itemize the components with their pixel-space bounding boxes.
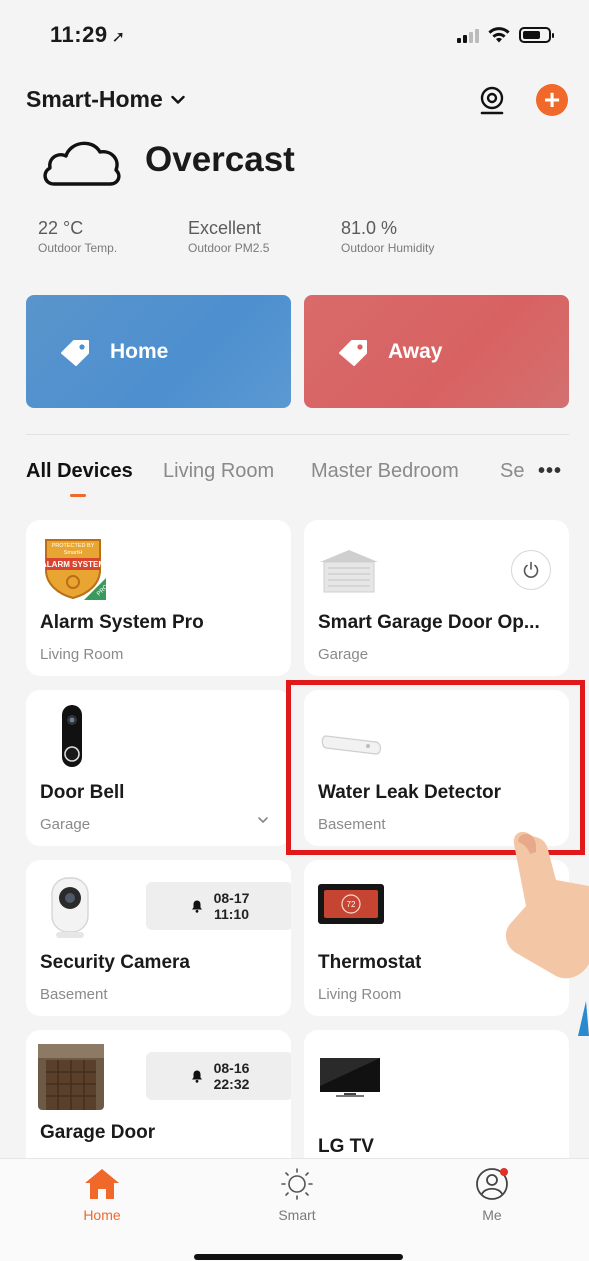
scene-label: Home <box>110 339 169 363</box>
home-selector[interactable]: Smart-Home <box>26 86 185 113</box>
svg-text:SmartH: SmartH <box>64 550 83 556</box>
device-name: Alarm System Pro <box>40 612 204 633</box>
garage-door-photo-icon <box>38 1044 104 1110</box>
wifi-icon <box>488 27 510 43</box>
active-tab-indicator <box>70 494 86 497</box>
nav-label: Home <box>83 1207 121 1223</box>
svg-text:ALARM SYSTEM: ALARM SYSTEM <box>41 560 105 569</box>
outdoor-humidity-stat: 81.0 % Outdoor Humidity <box>341 218 434 255</box>
bell-icon <box>191 1070 202 1083</box>
battery-icon <box>519 27 554 43</box>
outdoor-pm25-stat: Excellent Outdoor PM2.5 <box>188 218 269 255</box>
sun-icon <box>281 1168 313 1200</box>
bottom-nav: Home Smart Me <box>0 1158 589 1261</box>
garage-door-icon <box>320 550 378 593</box>
device-name: Thermostat <box>318 952 422 973</box>
device-room: Basement <box>40 986 108 1003</box>
device-card-alarm-system-pro[interactable]: PROTECTED BY SmartH ALARM SYSTEM PRO Ala… <box>26 520 291 676</box>
device-name: Security Camera <box>40 952 190 973</box>
status-time: 11:29 ➚ <box>50 22 126 47</box>
weather-condition: Overcast <box>145 140 295 179</box>
alert-time: 11:10 <box>213 906 250 922</box>
device-card-security-camera[interactable]: 08-17 11:10 Security Camera Basement <box>26 860 291 1016</box>
nav-smart[interactable]: Smart <box>257 1167 337 1223</box>
tv-icon <box>320 1058 380 1097</box>
home-icon <box>85 1169 119 1199</box>
home-name: Smart-Home <box>26 86 163 112</box>
device-name: LG TV <box>318 1136 374 1157</box>
alert-date: 08-17 <box>213 890 250 906</box>
stat-label: Outdoor Humidity <box>341 241 435 255</box>
last-alert-box[interactable]: 08-17 11:10 <box>146 882 291 930</box>
camera-button[interactable] <box>478 86 506 116</box>
device-room: Garage <box>318 646 369 663</box>
outdoor-temp-stat: 22 °C Outdoor Temp. <box>38 218 117 255</box>
power-button[interactable] <box>511 550 551 590</box>
status-icons <box>457 26 554 44</box>
tab-all-devices[interactable]: All Devices <box>26 460 133 483</box>
bell-icon <box>191 900 202 913</box>
pointing-hand-icon <box>505 831 589 1036</box>
svg-text:72: 72 <box>347 900 356 909</box>
device-room: Garage <box>40 816 91 833</box>
tag-icon <box>339 339 367 366</box>
stat-label: Outdoor PM2.5 <box>188 241 270 255</box>
tab-living-room[interactable]: Living Room <box>163 460 274 483</box>
device-name: Smart Garage Door Op... <box>318 612 540 633</box>
stat-label: Outdoor Temp. <box>38 241 118 255</box>
more-tabs-button[interactable]: ••• <box>538 460 562 483</box>
tab-se[interactable]: Se <box>500 460 524 483</box>
security-camera-icon <box>51 877 89 938</box>
device-card-door-bell[interactable]: Door Bell Garage <box>26 690 291 846</box>
svg-text:PROTECTED BY: PROTECTED BY <box>52 543 95 549</box>
cellular-signal-icon <box>457 27 479 43</box>
device-room: Living Room <box>40 646 124 663</box>
nav-label: Me <box>482 1207 502 1223</box>
camera-icon <box>480 86 504 115</box>
alert-time: 22:32 <box>213 1076 250 1092</box>
location-arrow-icon: ➚ <box>111 29 126 46</box>
cloud-icon <box>43 141 121 186</box>
device-card-smart-garage-door[interactable]: Smart Garage Door Op... Garage <box>304 520 569 676</box>
doorbell-icon <box>62 705 82 767</box>
plus-icon: + <box>543 84 561 115</box>
chevron-down-icon[interactable] <box>257 814 269 826</box>
nav-home[interactable]: Home <box>62 1167 142 1223</box>
tab-master-bedroom[interactable]: Master Bedroom <box>311 460 459 483</box>
profile-icon <box>476 1168 508 1200</box>
thermostat-icon: 72 <box>318 884 384 924</box>
divider <box>26 434 569 435</box>
nav-me[interactable]: Me <box>452 1167 532 1223</box>
stat-value: 81.0 % <box>341 218 398 238</box>
add-device-button[interactable]: + <box>536 84 568 116</box>
tag-icon <box>61 339 89 366</box>
device-room: Living Room <box>318 986 402 1003</box>
scene-label: Away <box>388 339 443 363</box>
power-icon <box>523 561 539 578</box>
nav-label: Smart <box>278 1207 316 1223</box>
device-name: Door Bell <box>40 782 125 803</box>
stat-value: 22 °C <box>38 218 84 238</box>
chevron-down-icon <box>171 95 185 104</box>
scene-home-button[interactable]: Home <box>26 295 291 408</box>
device-name: Garage Door <box>40 1122 156 1143</box>
alert-date: 08-16 <box>213 1060 250 1076</box>
last-alert-box[interactable]: 08-16 22:32 <box>146 1052 291 1100</box>
alarm-system-badge-icon: PROTECTED BY SmartH ALARM SYSTEM PRO <box>41 539 106 600</box>
scene-away-button[interactable]: Away <box>304 295 569 408</box>
stat-value: Excellent <box>188 218 262 238</box>
home-indicator <box>194 1254 403 1260</box>
